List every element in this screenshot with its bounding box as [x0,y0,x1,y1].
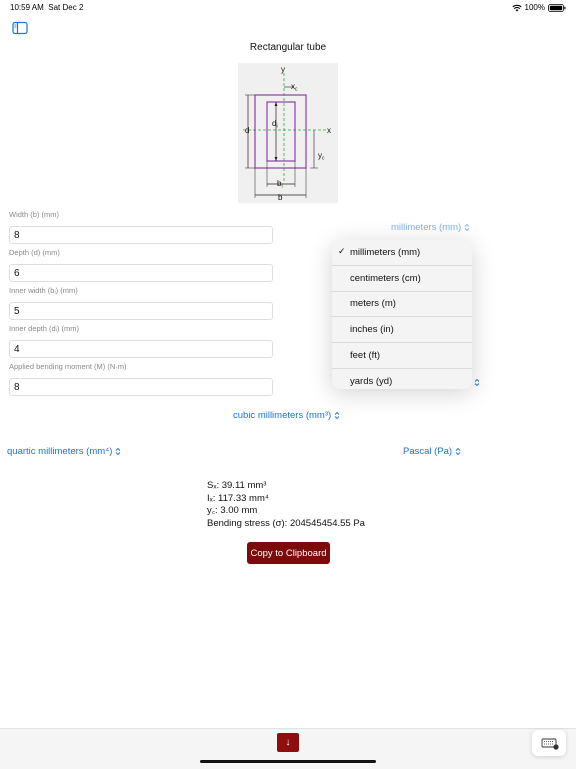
chevron-updown-icon [334,411,340,420]
stress-unit-selector[interactable]: Pascal (Pa) [403,446,461,457]
chevron-updown-icon [116,447,121,456]
sidebar-toggle-button[interactable] [12,21,28,35]
svg-text:yc: yc [318,151,325,162]
bending-moment-input[interactable]: 8 [9,378,273,396]
keyboard-button[interactable] [532,730,566,756]
page-title: Rectangular tube [249,42,327,53]
result-centroid: y꜀: 3.00 mm [207,505,258,516]
width-input[interactable]: 8 [9,226,273,244]
inner-width-input[interactable]: 5 [9,302,273,320]
sidebar-icon [12,21,28,35]
length-unit-selector[interactable]: millimeters (mm) [391,222,470,233]
result-moment-of-inertia: Iₓ: 117.33 mm⁴ [207,492,269,504]
inner-width-label: Inner width (bᵢ) (mm) [9,286,78,295]
diagram-label-x: x [327,126,331,135]
battery-icon [548,3,566,12]
diagram-label-b: b [278,193,283,202]
depth-label: Depth (d) (mm) [9,248,60,257]
copy-to-clipboard-button[interactable]: Copy to Clipboard [247,542,330,564]
home-indicator [200,760,376,763]
result-section-modulus: Sₓ: 39.11 mm³ [207,480,267,491]
menu-item-label: centimeters (cm) [350,272,421,284]
width-label: Width (b) (mm) [9,210,59,219]
checkmark-icon: ✓ [338,246,346,256]
moment-of-inertia-unit-label: quartic millimeters (mm⁴) [7,446,113,457]
svg-text:di: di [272,119,278,130]
svg-text:xc: xc [291,82,298,93]
results-block: Sₓ: 39.11 mm³ Iₓ: 117.33 mm⁴ y꜀: 3.00 mm… [207,480,365,530]
inner-depth-label: Inner depth (dᵢ) (mm) [9,324,79,333]
chevron-updown-icon [455,447,461,456]
length-unit-menu: ✓ millimeters (mm) centimeters (cm) mete… [332,240,472,389]
section-modulus-unit-label: cubic millimeters (mm³) [233,410,332,421]
wifi-icon [511,4,522,11]
menu-item-centimeters[interactable]: centimeters (cm) [332,266,472,292]
menu-item-yards[interactable]: yards (yd) [332,369,472,389]
menu-item-inches[interactable]: inches (in) [332,317,472,344]
tube-diagram: y xc d di x yc bi b [238,63,338,203]
moment-unit-selector[interactable] [474,374,480,392]
keyboard-icon [541,738,559,750]
menu-item-label: millimeters (mm) [350,246,421,258]
result-bending-stress: Bending stress (σ): 204545454.55 Pa [207,517,365,529]
chevron-updown-icon [474,378,480,387]
diagram-label-d: d [245,126,249,135]
status-right: 100% [511,3,566,12]
moment-of-inertia-unit-selector[interactable]: quartic millimeters (mm⁴) [7,446,121,457]
inner-depth-input[interactable]: 4 [9,340,273,358]
menu-item-millimeters[interactable]: ✓ millimeters (mm) [332,240,472,266]
arrow-down-icon: ↓ [285,737,291,748]
diagram-label-y: y [281,65,285,74]
section-modulus-unit-selector[interactable]: cubic millimeters (mm³) [233,410,340,421]
depth-input[interactable]: 6 [9,264,273,282]
diagram-label-bi-sub: i [281,184,282,190]
chevron-updown-icon [464,223,470,232]
status-bar: 10:59 AM Sat Dec 2 100% [0,0,576,16]
menu-item-feet[interactable]: feet (ft) [332,343,472,369]
dismiss-keyboard-button[interactable]: ↓ [277,733,299,752]
battery-percent: 100% [524,3,545,12]
menu-item-label: inches (in) [350,324,394,336]
menu-item-label: meters (m) [350,298,396,310]
status-time: 10:59 AM Sat Dec 2 [10,3,84,12]
diagram-label-yc-sub: c [322,156,325,162]
stress-unit-label: Pascal (Pa) [403,446,453,457]
svg-text:bi: bi [277,179,283,190]
menu-item-meters[interactable]: meters (m) [332,292,472,318]
menu-item-label: yards (yd) [350,375,393,387]
diagram-label-di-sub: i [276,124,277,130]
diagram-label-xc-sub: c [295,87,298,93]
length-unit-label: millimeters (mm) [391,222,462,233]
menu-item-label: feet (ft) [350,350,381,362]
bending-moment-label: Applied bending moment (M) (N·m) [9,362,127,371]
